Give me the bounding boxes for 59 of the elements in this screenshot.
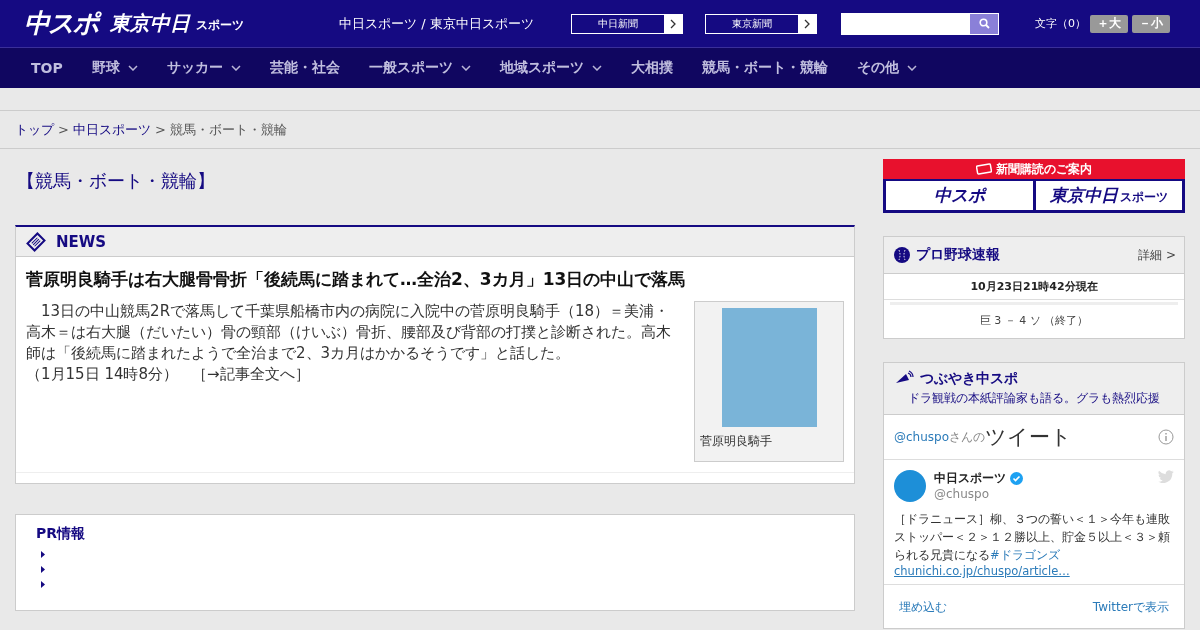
breadcrumb-separator: >: [154, 122, 166, 137]
nav-item[interactable]: 地域スポーツ: [499, 59, 602, 77]
author-handle: @chuspo: [934, 487, 991, 501]
nav-item[interactable]: 芸能・社会: [269, 59, 340, 77]
breadcrumb-current: 競馬・ボート・競輪: [169, 120, 287, 139]
subscription-button[interactable]: 東京中日スポーツ: [1035, 181, 1182, 210]
news-body: 13日の中山競馬2Rで落馬して千葉県船橋市内の病院に入院中の菅原明良騎手（18）＝美浦・高木＝は右大腿（だいたい）骨の頸部（けいぶ）骨折、腰部及び背部の打撲と診断された。高木師は「後続馬に踏まれたようで全治まで2、3カ月はかかるそうです」と話した。 （1月15日 14時8分） ［→記事全文へ］: [26, 301, 672, 385]
chevron-right-icon: [670, 18, 676, 29]
photo-caption: 菅原明良騎手: [700, 433, 772, 450]
avatar[interactable]: [894, 470, 926, 502]
nav-item[interactable]: TOP: [31, 60, 63, 76]
breadcrumb-separator: >: [58, 122, 69, 137]
search-icon: [978, 18, 990, 29]
embed-link[interactable]: 埋め込む: [899, 599, 947, 616]
bullet-icon: [41, 566, 45, 573]
author-name: 中日スポーツ: [934, 470, 1006, 487]
newspaper-icon: [26, 231, 46, 252]
bird-icon: [1158, 470, 1174, 483]
bullet-icon: [41, 581, 45, 588]
news-heading: NEWS: [56, 232, 107, 251]
subscription-title: 新聞購読のご案内: [996, 160, 1092, 178]
subscription-banner[interactable]: 新聞購読のご案内 中スポ 東京中日スポーツ: [883, 159, 1185, 213]
site-names: 中日スポーツ / 東京中日スポーツ: [339, 14, 535, 33]
nav-item[interactable]: 大相撲: [630, 59, 673, 77]
bullet-icon: [41, 551, 45, 558]
article-url-link[interactable]: chunichi.co.jp/chuspo/article…: [894, 564, 1174, 578]
tweets-subtitle: ドラ観戦の本紙評論家も語る。グラも熱烈応援: [908, 390, 1161, 407]
nav-item[interactable]: 競馬・ボート・競輪: [701, 59, 828, 77]
hashtag-link[interactable]: #ドラゴンズ: [990, 548, 1060, 562]
search-button[interactable]: [970, 13, 998, 34]
game-score: 巨 3 － 4 ソ （終了）: [890, 302, 1178, 338]
newspaper-link[interactable]: 中日新聞: [571, 13, 683, 34]
timeline-title: ツイート: [985, 424, 1074, 451]
pr-title: PR情報: [36, 525, 87, 543]
subscription-button[interactable]: 中スポ: [886, 181, 1033, 210]
font-size-label: 文字（0）: [1035, 16, 1086, 31]
tokyo-logo[interactable]: 東京中日 スポーツ: [110, 10, 247, 37]
newspaper-link[interactable]: 東京新聞: [705, 13, 817, 34]
info-icon[interactable]: [1158, 429, 1174, 445]
nav-item[interactable]: その他: [856, 59, 917, 77]
ticket-icon: [976, 163, 992, 175]
news-headline[interactable]: 菅原明良騎手は右大腿骨骨折「後続馬に踏まれて…全治2、3カ月」13日の中山で落馬: [26, 268, 844, 291]
score-timestamp: 10月23日21時42分現在: [884, 274, 1184, 300]
baseball-icon: [894, 247, 910, 263]
handle-suffix: さんの: [949, 428, 986, 444]
breadcrumb-link[interactable]: 中日スポーツ: [72, 120, 151, 139]
nav-item[interactable]: 野球: [91, 59, 138, 77]
baseball-title: プロ野球速報: [916, 246, 1001, 264]
nav-item[interactable]: 一般スポーツ: [368, 59, 471, 77]
tweets-title: つぶやき中スポ: [920, 370, 1018, 388]
chevron-right-icon: [804, 18, 810, 29]
detail-link[interactable]: 詳細 >: [1138, 246, 1176, 264]
article-link[interactable]: ［→記事全文へ］: [192, 365, 310, 383]
view-on-twitter-link[interactable]: Twitterで表示: [1092, 599, 1169, 616]
handle-link[interactable]: @chuspo: [894, 430, 950, 444]
nav-item[interactable]: サッカー: [166, 59, 241, 77]
breadcrumb-link[interactable]: トップ: [15, 120, 54, 139]
page-title: 【競馬・ボート・競輪】: [17, 169, 216, 193]
search-field[interactable]: [841, 12, 999, 35]
